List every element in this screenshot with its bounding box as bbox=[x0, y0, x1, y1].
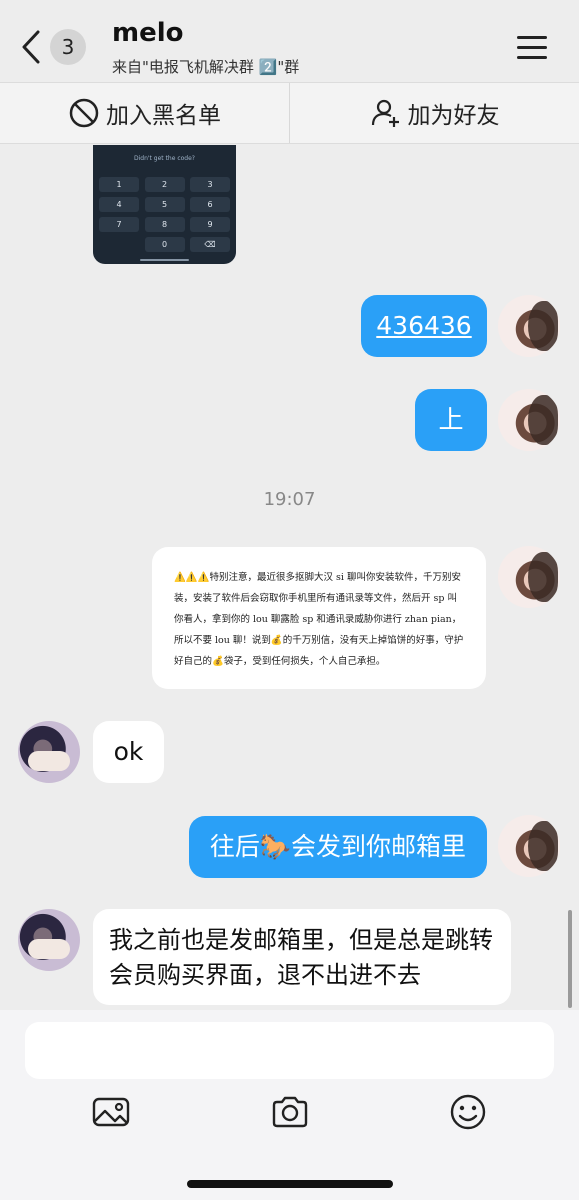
action-bar: 加入黑名单 加为好友 bbox=[0, 82, 579, 144]
message-bubble-outgoing[interactable]: 上 bbox=[415, 389, 487, 451]
avatar[interactable] bbox=[18, 721, 80, 783]
menu-icon-line bbox=[517, 56, 547, 59]
image-message[interactable]: Didn't get the code? 1 2 3 4 5 6 7 8 9 0… bbox=[93, 145, 236, 264]
camera-icon bbox=[272, 1096, 308, 1128]
message-bubble-outgoing[interactable]: 往后🐎会发到你邮箱里 bbox=[189, 816, 487, 878]
avatar[interactable] bbox=[498, 815, 560, 877]
emoji-icon bbox=[450, 1094, 486, 1130]
avatar[interactable] bbox=[498, 546, 560, 608]
avatar[interactable] bbox=[498, 389, 560, 451]
screenshot-key: 7 bbox=[99, 217, 139, 232]
message-input[interactable] bbox=[25, 1022, 554, 1079]
screenshot-key: 1 bbox=[99, 177, 139, 192]
menu-icon-line bbox=[517, 46, 547, 49]
screenshot-key-blank bbox=[99, 237, 139, 252]
chat-title: melo bbox=[112, 18, 184, 48]
add-user-icon bbox=[371, 99, 399, 127]
home-indicator bbox=[187, 1180, 393, 1188]
input-area bbox=[0, 1010, 579, 1200]
add-friend-button-label: 加为好友 bbox=[407, 103, 500, 129]
screenshot-key: 6 bbox=[190, 197, 230, 212]
block-button[interactable]: 加入黑名单 bbox=[0, 83, 289, 143]
screenshot-question: Didn't get the code? bbox=[134, 155, 195, 162]
add-friend-button[interactable]: 加为好友 bbox=[289, 83, 579, 143]
screenshot-home-bar bbox=[140, 259, 189, 261]
camera-button[interactable] bbox=[270, 1092, 310, 1132]
chat-subtitle: 来自"电报飞机解决群 2️⃣"群 bbox=[112, 58, 300, 76]
unread-count-badge[interactable]: 3 bbox=[50, 29, 86, 65]
chevron-left-icon bbox=[22, 30, 40, 64]
message-bubble-incoming[interactable]: ok bbox=[93, 721, 164, 783]
emoji-button[interactable] bbox=[448, 1092, 488, 1132]
chat-header: 3 melo 来自"电报飞机解决群 2️⃣"群 bbox=[0, 0, 579, 82]
screenshot-backspace-icon: ⌫ bbox=[190, 237, 230, 252]
avatar[interactable] bbox=[498, 295, 560, 357]
screenshot-key: 0 bbox=[144, 237, 185, 252]
menu-icon-line bbox=[517, 36, 547, 39]
notice-message[interactable]: ⚠️⚠️⚠️特别注意，最近很多抠脚大汉 si 聊叫你安装软件，千万别安装，安装了… bbox=[152, 547, 486, 689]
block-icon bbox=[69, 98, 99, 128]
message-bubble-outgoing[interactable]: 436436 bbox=[361, 295, 487, 357]
message-timestamp: 19:07 bbox=[263, 489, 316, 510]
image-icon bbox=[92, 1097, 130, 1127]
screenshot-key: 8 bbox=[144, 217, 185, 232]
screenshot-key: 9 bbox=[190, 217, 230, 232]
screenshot-key: 5 bbox=[144, 197, 185, 212]
menu-button[interactable] bbox=[517, 36, 547, 60]
screenshot-keypad: 1 2 3 4 5 6 7 8 9 0 ⌫ bbox=[99, 177, 230, 257]
screenshot-key: 2 bbox=[144, 177, 185, 192]
message-list[interactable]: Didn't get the code? 1 2 3 4 5 6 7 8 9 0… bbox=[0, 145, 579, 1010]
screenshot-key: 3 bbox=[190, 177, 230, 192]
image-picker-button[interactable] bbox=[91, 1092, 131, 1132]
back-button[interactable] bbox=[18, 26, 48, 68]
avatar[interactable] bbox=[18, 909, 80, 971]
screenshot-key: 4 bbox=[99, 197, 139, 212]
scrollbar[interactable] bbox=[568, 910, 572, 1008]
message-bubble-incoming[interactable]: 我之前也是发邮箱里，但是总是跳转会员购买界面，退不出进不去 bbox=[93, 909, 511, 1005]
block-button-label: 加入黑名单 bbox=[106, 103, 221, 129]
